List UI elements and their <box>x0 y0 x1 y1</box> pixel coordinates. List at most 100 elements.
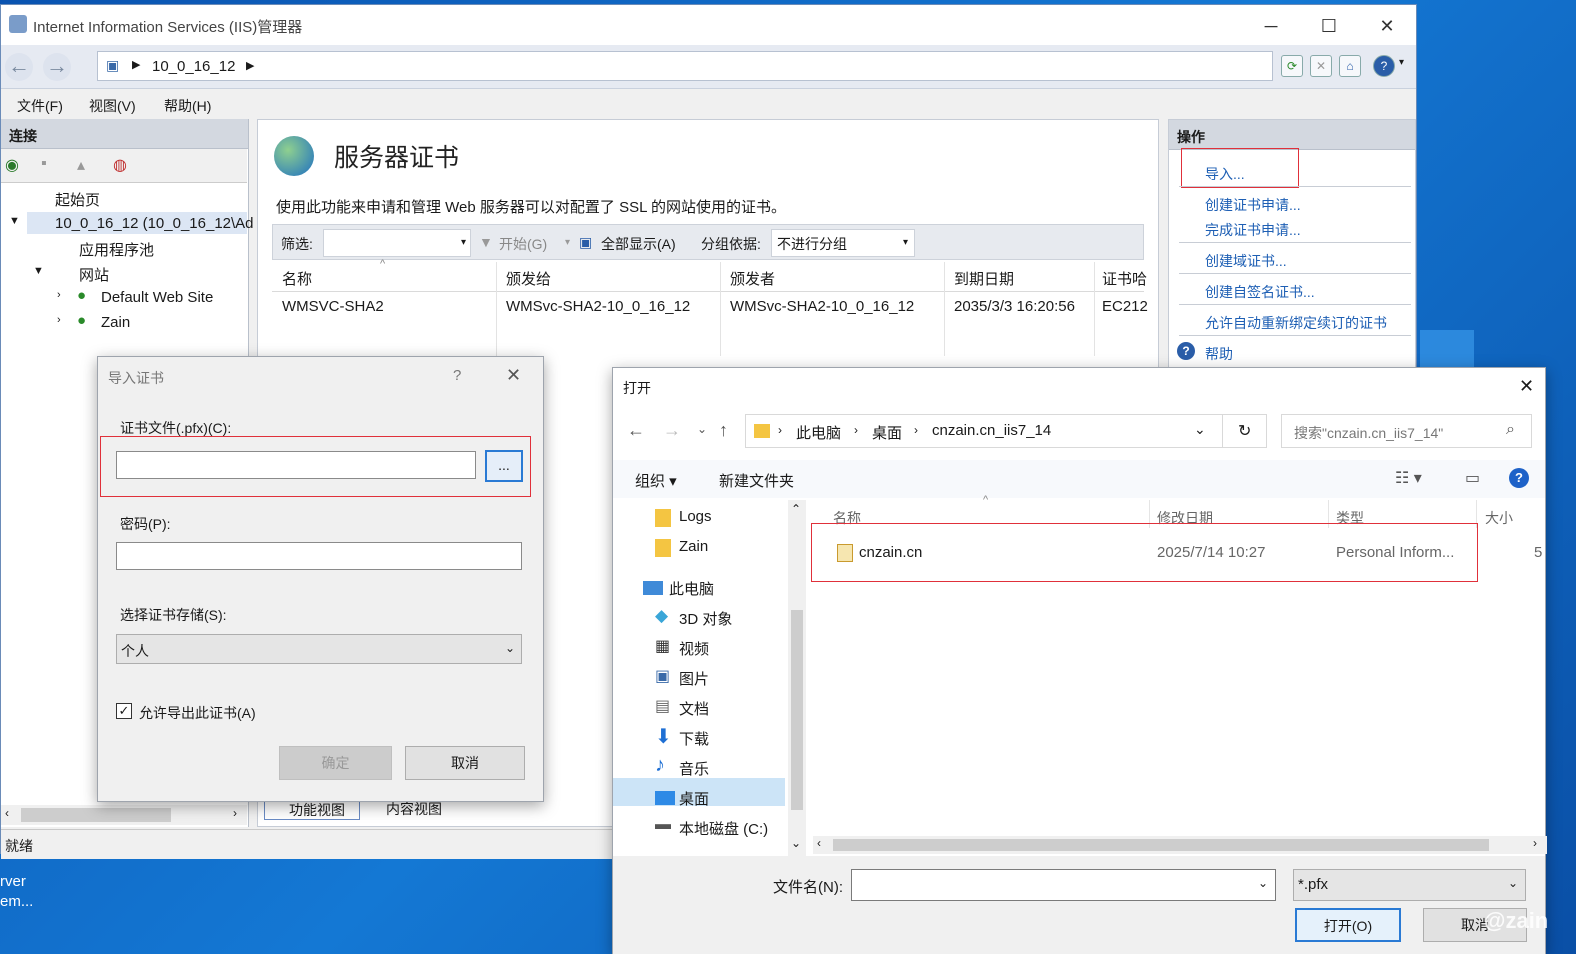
connect-globe-icon[interactable]: ◉ <box>5 155 19 175</box>
dialog-close-icon[interactable]: ✕ <box>1519 376 1534 397</box>
forward-arrow-icon[interactable]: → <box>43 53 71 81</box>
view-options-icon[interactable]: ☷ ▾ <box>1395 468 1422 488</box>
home-icon[interactable]: ⌂ <box>1339 55 1361 77</box>
help-icon[interactable]: ? <box>1373 55 1395 77</box>
allow-export-checkbox[interactable]: ✓ <box>116 703 132 719</box>
column-name[interactable]: 名称 <box>282 268 312 289</box>
refresh-icon[interactable]: ↻ <box>1238 421 1251 441</box>
globe-icon: ● <box>77 312 87 329</box>
column-issued-to[interactable]: 颁发给 <box>506 268 551 289</box>
store-select[interactable]: 个人 ⌄ <box>116 634 522 664</box>
table-row[interactable]: WMSVC-SHA2 WMSvc-SHA2-10_0_16_12 WMSvc-S… <box>272 292 1148 322</box>
scroll-right-icon[interactable]: › <box>1533 836 1537 850</box>
help-icon[interactable]: ? <box>1509 468 1529 488</box>
chevron-down-icon[interactable]: ⌄ <box>1194 421 1206 438</box>
preview-pane-icon[interactable]: ▭ <box>1465 468 1480 488</box>
close-button[interactable]: ✕ <box>1367 13 1407 39</box>
action-create-request[interactable]: 创建证书申请... <box>1205 195 1301 215</box>
chevron-down-icon[interactable]: ▾ <box>565 237 570 248</box>
minimize-button[interactable]: ─ <box>1251 13 1291 39</box>
tree-item-sites[interactable]: 网站 <box>79 264 109 285</box>
save-icon[interactable]: ▪ <box>41 155 47 173</box>
chevron-down-icon[interactable]: ▼ <box>9 215 20 227</box>
search-icon[interactable]: ⌕ <box>1506 421 1515 439</box>
scroll-left-icon[interactable]: ‹ <box>5 806 9 820</box>
scroll-thumb[interactable] <box>833 839 1489 851</box>
breadcrumb-desktop[interactable]: 桌面 <box>872 422 902 443</box>
scroll-thumb[interactable] <box>791 610 803 810</box>
column-expiration[interactable]: 到期日期 <box>954 268 1014 289</box>
show-all-button[interactable]: 全部显示(A) <box>601 234 676 254</box>
menu-help[interactable]: 帮助(H) <box>164 96 211 116</box>
column-hash[interactable]: 证书哈 <box>1102 268 1147 289</box>
browse-button[interactable]: ... <box>485 450 523 482</box>
organize-button[interactable]: 组织 ▾ <box>635 470 677 491</box>
start-filter-button[interactable]: 开始(G) <box>499 234 547 254</box>
help-icon[interactable]: ? <box>1177 342 1195 360</box>
action-complete-request[interactable]: 完成证书申请... <box>1205 220 1301 240</box>
forward-arrow-icon[interactable]: → <box>663 420 681 441</box>
tree-item-server[interactable]: 10_0_16_12 (10_0_16_12\Ad <box>55 215 254 232</box>
search-box[interactable]: 搜索"cnzain.cn_iis7_14" ⌕ <box>1281 414 1532 448</box>
breadcrumb-this-pc[interactable]: 此电脑 <box>796 422 841 443</box>
connect-server-icon[interactable]: ▴ <box>77 155 85 175</box>
scroll-left-icon[interactable]: ‹ <box>817 836 821 850</box>
allow-export-label[interactable]: 允许导出此证书(A) <box>139 703 256 723</box>
address-segment[interactable]: 10_0_16_12 <box>152 58 235 75</box>
status-text: 就绪 <box>5 838 33 854</box>
back-arrow-icon[interactable]: ← <box>627 420 645 441</box>
nav-scrollbar[interactable]: ⌃ ⌄ <box>788 500 806 856</box>
chevron-down-icon[interactable]: ▾ <box>461 237 466 248</box>
scroll-right-icon[interactable]: › <box>233 806 237 820</box>
chevron-down-icon[interactable]: ▾ <box>903 237 908 248</box>
scroll-down-icon[interactable]: ⌄ <box>791 836 801 850</box>
recent-dropdown-icon[interactable]: ⌄ <box>697 422 707 436</box>
new-folder-button[interactable]: 新建文件夹 <box>719 470 794 491</box>
column-size[interactable]: 大小 <box>1485 508 1513 528</box>
address-bar[interactable]: ▣ ▶ 10_0_16_12 ▶ <box>97 51 1273 81</box>
filter-input[interactable] <box>323 229 471 257</box>
open-button[interactable]: 打开(O) <box>1295 908 1401 942</box>
menu-view[interactable]: 视图(V) <box>89 96 136 116</box>
dialog-close-icon[interactable]: ✕ <box>506 365 521 386</box>
dialog-help-button[interactable]: ? <box>453 367 461 384</box>
chevron-down-icon[interactable]: ▼ <box>33 265 44 277</box>
password-input[interactable] <box>116 542 522 570</box>
menu-file[interactable]: 文件(F) <box>17 96 63 116</box>
refresh-icon[interactable]: ⟳ <box>1281 55 1303 77</box>
scroll-thumb[interactable] <box>21 808 171 822</box>
actions-header: 操作 <box>1169 120 1415 150</box>
action-create-domain-cert[interactable]: 创建域证书... <box>1205 251 1287 271</box>
file-list-scrollbar[interactable]: ‹ › <box>813 836 1547 854</box>
breadcrumb-folder[interactable]: cnzain.cn_iis7_14 <box>932 422 1051 439</box>
disconnect-icon[interactable]: ◍ <box>113 155 127 175</box>
action-help[interactable]: 帮助 <box>1205 344 1233 364</box>
stop-icon[interactable]: ✕ <box>1310 55 1332 77</box>
tree-item-app-pools[interactable]: 应用程序池 <box>79 239 154 260</box>
breadcrumb[interactable]: › 此电脑 › 桌面 › cnzain.cn_iis7_14 ⌄ ↻ <box>745 414 1267 448</box>
scroll-up-icon[interactable]: ⌃ <box>791 502 801 516</box>
action-create-self-signed[interactable]: 创建自签名证书... <box>1205 282 1315 302</box>
chevron-right-icon[interactable]: › <box>57 289 61 301</box>
chevron-right-icon[interactable]: › <box>57 314 61 326</box>
file-type-filter[interactable]: *.pfx ⌄ <box>1293 869 1526 901</box>
cancel-button[interactable]: 取消 <box>405 746 525 780</box>
group-by-value[interactable]: 不进行分组 <box>777 234 847 254</box>
cert-file-input[interactable] <box>116 451 476 479</box>
chevron-down-icon[interactable]: ⌄ <box>1258 876 1268 890</box>
filename-input[interactable]: ⌄ <box>851 869 1276 901</box>
maximize-button[interactable]: ☐ <box>1309 13 1349 39</box>
actions-panel: 操作 导入... 创建证书申请... 完成证书申请... 创建域证书... 创建… <box>1168 119 1416 379</box>
up-arrow-icon[interactable]: ↑ <box>719 420 728 441</box>
chevron-right-icon[interactable]: ▶ <box>132 58 140 71</box>
column-issued-by[interactable]: 颁发者 <box>730 268 775 289</box>
ok-button[interactable]: 确定 <box>279 746 392 780</box>
horizontal-scrollbar[interactable]: ‹ › <box>1 805 247 825</box>
action-auto-rebind[interactable]: 允许自动重新绑定续订的证书 <box>1205 313 1387 333</box>
tree-item-start-page[interactable]: 起始页 <box>55 189 100 210</box>
back-arrow-icon[interactable]: ← <box>5 53 33 81</box>
tree-item-default-site[interactable]: Default Web Site <box>101 289 213 306</box>
chevron-right-icon[interactable]: ▶ <box>246 59 254 72</box>
chevron-down-icon[interactable]: ▾ <box>1399 57 1404 68</box>
tree-item-zain[interactable]: Zain <box>101 314 130 331</box>
